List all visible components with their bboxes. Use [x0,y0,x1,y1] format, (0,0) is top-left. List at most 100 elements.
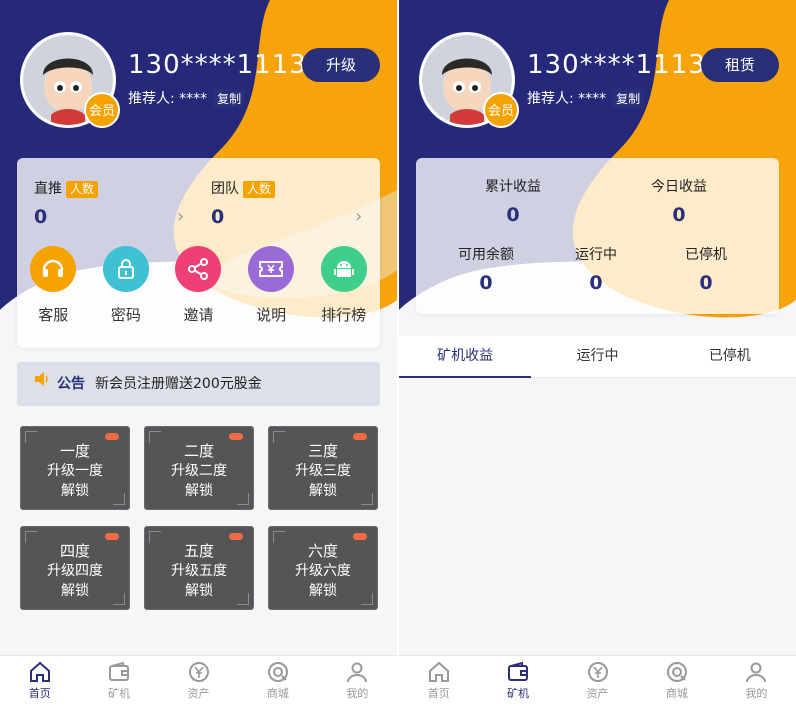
ticket-icon [248,246,295,292]
shortcut-label: 邀请 [183,306,214,324]
level-action: 升级五度 [171,563,227,579]
stat-value: 0 [506,204,520,226]
direct-badge: 人数 [66,181,99,198]
shortcut-ranking[interactable]: 排行榜 [312,246,376,325]
nav-label: 首页 [427,687,450,700]
tab-stopped[interactable]: 已停机 [664,336,796,377]
member-badge: 会员 [84,92,120,128]
nav-label: 矿机 [507,687,530,700]
headset-icon [30,246,77,292]
level-name: 四度 [59,542,90,560]
user-icon [746,662,767,683]
status-dot [105,533,119,540]
stat-label: 可用余额 [458,247,514,263]
shortcut-row: 客服 密码 邀请 说明 排行榜 [17,246,380,325]
shortcut-invite[interactable]: 邀请 [166,246,230,325]
status-dot [229,433,243,440]
upgrade-button[interactable]: 升级 [302,48,380,82]
level-action: 升级三度 [295,463,351,479]
stat-label: 已停机 [685,247,727,263]
stats-card: 直推 人数 0 › 团队 人数 0 › 客服 密码 邀请 说明 排行榜 [17,158,380,348]
nav-miner[interactable]: 矿机 [79,656,158,707]
status-dot [353,533,367,540]
level-tile[interactable]: 一度 升级一度 解锁 [20,426,130,510]
nav-label: 资产 [187,687,210,700]
yen-icon [587,662,608,682]
nav-label: 首页 [28,687,51,700]
total-earnings: 累计收益 0 [468,176,558,226]
stat-value: 0 [479,272,493,294]
stat-label: 累计收益 [485,179,541,195]
shortcut-label: 客服 [38,306,69,324]
tab-miner-earnings[interactable]: 矿机收益 [399,336,532,378]
nav-label: 我的 [346,687,369,700]
shortcut-service[interactable]: 客服 [21,246,85,325]
level-tile[interactable]: 五度 升级五度 解锁 [144,526,254,610]
nav-home[interactable]: 首页 [0,656,79,707]
tab-running[interactable]: 运行中 [531,336,663,377]
yen-icon [188,662,209,682]
level-name: 五度 [183,542,214,560]
announcement-text: 新会员注册赠送200元股金 [95,376,262,392]
referrer-text: 推荐人: **** [128,91,208,107]
level-action: 升级二度 [171,463,227,479]
referrer-row: 推荐人: **** 复制 [527,88,645,108]
nav-miner[interactable]: 矿机 [478,656,557,707]
chevron-right-icon[interactable]: › [355,206,362,227]
stat-label: 运行中 [575,247,617,263]
running-count: 运行中 0 [551,244,641,294]
nav-assets[interactable]: 资产 [159,656,238,707]
shortcut-label: 说明 [256,306,287,324]
chevron-right-icon[interactable]: › [177,206,184,227]
shortcut-guide[interactable]: 说明 [239,246,303,325]
nav-mine[interactable]: 我的 [318,656,397,707]
copy-button[interactable]: 复制 [612,89,645,108]
level-tile[interactable]: 三度 升级三度 解锁 [268,426,378,510]
status-dot [353,433,367,440]
team-badge: 人数 [243,181,276,198]
level-name: 三度 [307,442,338,460]
nav-shop[interactable]: 商城 [238,656,317,707]
stopped-count: 已停机 0 [661,244,751,294]
team-label: 团队 [211,181,239,197]
share-icon [175,246,222,292]
level-grid: 一度 升级一度 解锁 二度 升级二度 解锁 三度 升级三度 解锁 四度 升级四度… [20,426,378,610]
shop-icon [267,662,288,682]
shortcut-label: 排行榜 [321,306,367,324]
announcement-bar[interactable]: 公告 新会员注册赠送200元股金 [17,362,380,406]
direct-label: 直推 [34,181,62,197]
android-icon [320,246,367,292]
level-tile[interactable]: 二度 升级二度 解锁 [144,426,254,510]
status-dot [105,433,119,440]
wallet-icon [508,661,529,681]
bottom-nav: 首页 矿机 资产 商城 我的 [0,655,397,707]
stat-value: 0 [589,272,603,294]
nav-label: 资产 [586,687,609,700]
nav-shop[interactable]: 商城 [637,656,716,707]
home-panel: 会员 130****1113 推荐人: **** 复制 升级 直推 人数 0 › 团… [0,0,397,707]
nav-home[interactable]: 首页 [399,656,478,707]
direct-value: 0 [34,206,48,228]
nav-mine[interactable]: 我的 [717,656,796,707]
wallet-icon [109,661,130,681]
level-tile[interactable]: 四度 升级四度 解锁 [20,526,130,610]
member-badge: 会员 [483,92,519,128]
nav-assets[interactable]: 资产 [558,656,637,707]
team-stat[interactable]: 团队 人数 0 [211,178,276,228]
nav-label: 商城 [665,687,688,700]
level-name: 一度 [59,442,90,460]
user-icon [347,662,368,683]
home-icon [428,661,449,682]
shortcut-password[interactable]: 密码 [94,246,158,325]
level-tile[interactable]: 六度 升级六度 解锁 [268,526,378,610]
lock-icon [102,246,149,292]
earnings-card: 累计收益 0 今日收益 0 可用余额 0 运行中 0 已停机 0 [416,158,779,314]
miner-panel: 会员 130****1113 推荐人: **** 复制 租赁 累计收益 0 今日收… [399,0,796,707]
home-icon [29,661,50,682]
today-earnings: 今日收益 0 [634,176,724,226]
direct-stat[interactable]: 直推 人数 0 [34,178,99,228]
copy-button[interactable]: 复制 [213,89,246,108]
status-dot [229,533,243,540]
lease-button[interactable]: 租赁 [701,48,779,82]
level-name: 六度 [307,542,338,560]
